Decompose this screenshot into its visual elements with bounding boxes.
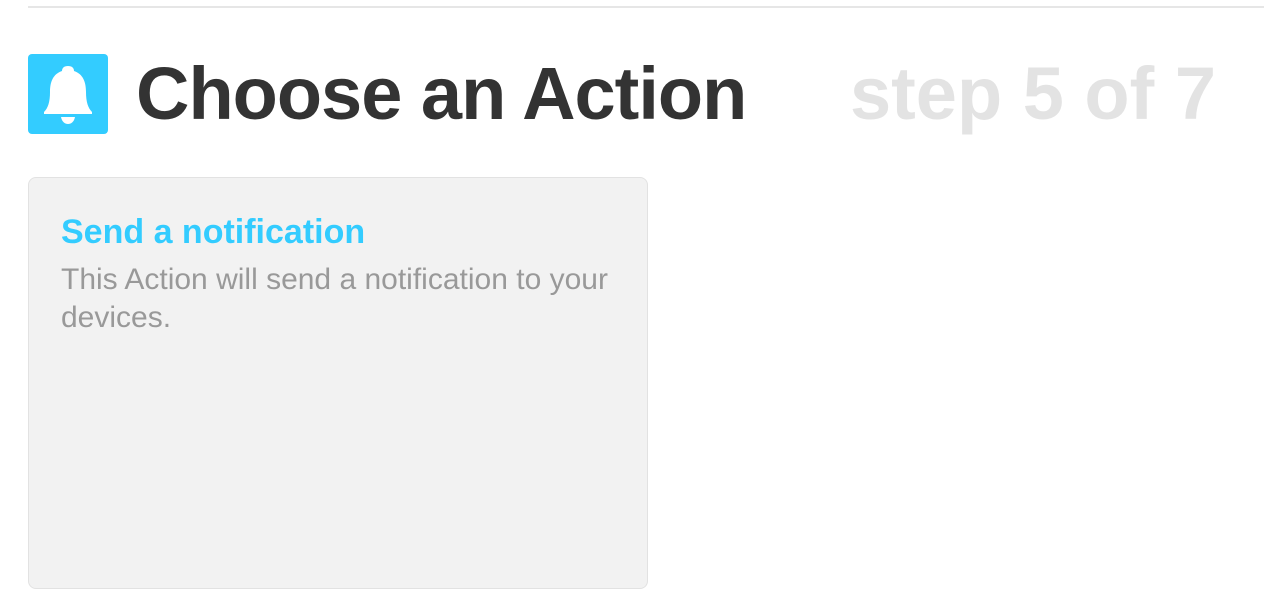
page-header: Choose an Action step 5 of 7 [28,52,1216,136]
action-description: This Action will send a notification to … [61,263,608,335]
action-card-send-notification[interactable]: Send a notification This Action will sen… [28,177,648,589]
top-divider [28,6,1264,8]
step-indicator: step 5 of 7 [850,52,1216,135]
action-title: Send a notification [61,213,366,251]
page: Choose an Action step 5 of 7 Send a noti… [0,0,1264,616]
bell-icon [28,54,108,134]
page-title: Choose an Action [136,52,747,135]
